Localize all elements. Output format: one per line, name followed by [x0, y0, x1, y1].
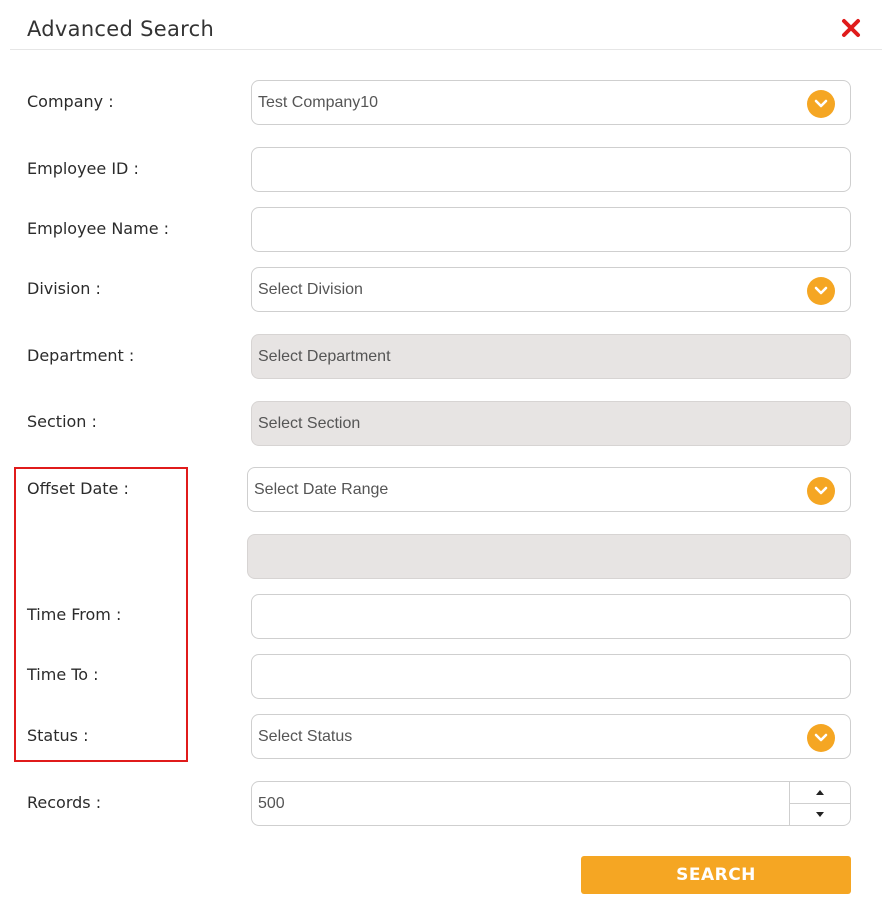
dialog-title: Advanced Search: [27, 17, 215, 41]
division-select[interactable]: Select Division: [251, 267, 851, 312]
employee-name-label: Employee Name :: [27, 219, 170, 238]
chevron-down-icon[interactable]: [807, 724, 835, 752]
time-from-input[interactable]: [251, 594, 851, 639]
records-input[interactable]: 500: [251, 781, 851, 826]
company-value: Test Company10: [258, 94, 379, 111]
section-label: Section :: [27, 412, 97, 431]
records-value: 500: [258, 795, 285, 812]
status-label: Status :: [27, 726, 89, 745]
date-value-field: [247, 534, 851, 579]
department-value: Select Department: [258, 348, 391, 365]
increment-button[interactable]: [790, 782, 850, 804]
company-select[interactable]: Test Company10: [251, 80, 851, 125]
records-label: Records :: [27, 793, 102, 812]
division-value: Select Division: [258, 281, 363, 298]
status-value: Select Status: [258, 728, 353, 745]
close-icon[interactable]: [841, 18, 861, 38]
chevron-down-icon[interactable]: [807, 477, 835, 505]
decrement-button[interactable]: [790, 804, 850, 825]
records-stepper[interactable]: [789, 782, 850, 825]
dialog-header: Advanced Search: [10, 0, 882, 50]
chevron-down-icon[interactable]: [807, 90, 835, 118]
arrow-down-icon: [816, 812, 824, 817]
arrow-up-icon: [816, 790, 824, 795]
time-from-label: Time From :: [27, 605, 122, 624]
employee-id-input[interactable]: [251, 147, 851, 192]
division-label: Division :: [27, 279, 101, 298]
company-label: Company :: [27, 92, 114, 111]
section-value: Select Section: [258, 415, 361, 432]
status-select[interactable]: Select Status: [251, 714, 851, 759]
date-range-value: Select Date Range: [254, 481, 389, 498]
search-button[interactable]: SEARCH: [581, 856, 851, 894]
section-select: Select Section: [251, 401, 851, 446]
employee-name-input[interactable]: [251, 207, 851, 252]
time-to-label: Time To :: [27, 665, 99, 684]
time-to-input[interactable]: [251, 654, 851, 699]
department-select: Select Department: [251, 334, 851, 379]
employee-id-label: Employee ID :: [27, 159, 139, 178]
department-label: Department :: [27, 346, 135, 365]
chevron-down-icon[interactable]: [807, 277, 835, 305]
offset-date-label: Offset Date :: [27, 479, 129, 498]
date-range-select[interactable]: Select Date Range: [247, 467, 851, 512]
